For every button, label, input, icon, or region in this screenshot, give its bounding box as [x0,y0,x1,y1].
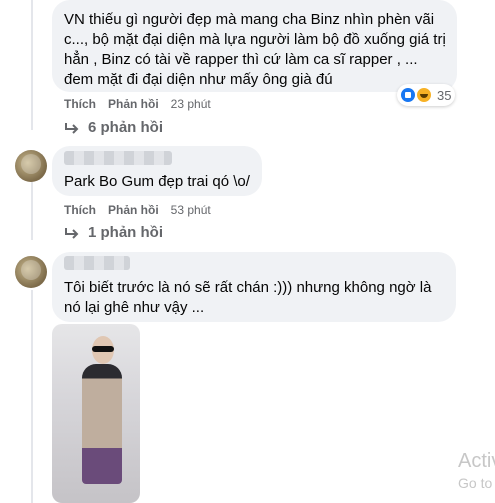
reply-arrow-icon [65,122,79,134]
comment-actions: Thích Phản hồi 23 phút [64,97,211,111]
timestamp: 23 phút [170,97,211,111]
comment-text: VN thiếu gì người đẹp mà mang cha Binz n… [64,11,446,88]
replies-count: 6 phản hồi [88,119,163,136]
like-link[interactable]: Thích [64,97,96,111]
thread-line [31,290,33,503]
reaction-count: 35 [437,87,452,103]
view-replies-link[interactable]: 6 phản hồi [64,119,163,136]
photo-person [82,364,122,484]
thread-line [31,0,33,130]
avatar[interactable] [15,256,47,288]
photo-sunglasses [92,346,114,352]
comment-actions: Thích Phản hồi 53 phút [64,203,211,217]
view-replies-link[interactable]: 1 phản hồi [64,224,163,241]
comment-text: Park Bo Gum đẹp trai qó \o/ [64,173,250,190]
like-link[interactable]: Thích [64,203,96,217]
activation-watermark-title: Activ [458,450,495,472]
author-name[interactable] [64,256,130,270]
reply-arrow-icon [65,227,79,239]
replies-count: 1 phản hồi [88,224,163,241]
reaction-summary[interactable]: 35 [397,84,456,106]
reply-link[interactable]: Phản hồi [108,97,159,111]
thread-line [31,178,33,240]
reply-link[interactable]: Phản hồi [108,203,159,217]
comment-photo[interactable] [52,324,140,503]
haha-reaction-icon [415,86,433,104]
avatar[interactable] [15,150,47,182]
activation-watermark-subtitle: Go to [458,475,493,491]
comment-text: Tôi biết trước là nó sẽ rất chán :))) nh… [64,279,432,316]
author-name[interactable] [64,151,172,165]
timestamp: 53 phút [170,203,211,217]
